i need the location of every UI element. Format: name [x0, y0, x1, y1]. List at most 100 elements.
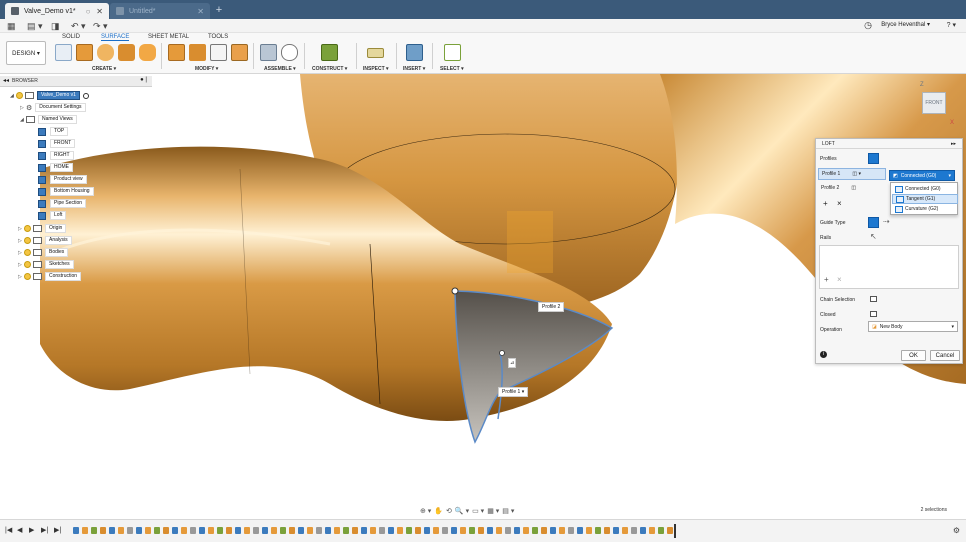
profile-row-2[interactable]: Profile 2 ◫ [818, 182, 886, 194]
timeline-feature-icon[interactable] [190, 527, 196, 534]
browser-node-bodies[interactable]: ▷ Bodies [18, 248, 69, 257]
visibility-bulb-icon[interactable] [24, 273, 31, 280]
extrude-icon[interactable] [76, 44, 93, 61]
timeline-feature-icon[interactable] [568, 527, 574, 534]
profile-point[interactable] [499, 350, 505, 356]
view-cube-front-face[interactable]: FRONT [922, 92, 946, 114]
step-forward-icon[interactable]: ▶| [41, 526, 48, 534]
timeline-feature-icon[interactable] [424, 527, 430, 534]
timeline-feature-icon[interactable] [325, 527, 331, 534]
remove-rail-button[interactable]: × [837, 275, 842, 284]
modify-group-label[interactable]: MODIFY ▾ [195, 66, 218, 72]
loft-manipulator-icon[interactable]: ⊿ [508, 358, 517, 368]
sweep-icon[interactable] [118, 44, 135, 61]
timeline-feature-icon[interactable] [145, 527, 151, 534]
browser-node-origin[interactable]: ▷ Origin [18, 224, 67, 233]
timeline-feature-icon[interactable] [604, 527, 610, 534]
operation-select[interactable]: ◪ New Body ▾ [868, 321, 958, 332]
display-settings-icon[interactable]: ▭ ▾ [472, 507, 484, 515]
timeline-feature-icon[interactable] [640, 527, 646, 534]
timeline-feature-icon[interactable] [559, 527, 565, 534]
closed-checkbox[interactable] [870, 311, 877, 317]
timeline-feature-icon[interactable] [532, 527, 538, 534]
expand-dialog-icon[interactable]: ▸▸ [951, 141, 956, 147]
named-view-loft[interactable]: Loft [38, 211, 67, 220]
timeline-feature-icon[interactable] [523, 527, 529, 534]
go-to-start-icon[interactable]: |◀ [5, 526, 12, 534]
rails-select-cursor-icon[interactable]: ↖ [870, 232, 877, 241]
press-pull-icon[interactable] [168, 44, 185, 61]
named-view-bottom-housing[interactable]: Bottom Housing [38, 187, 94, 196]
timeline-feature-icon[interactable] [298, 527, 304, 534]
timeline-feature-icon[interactable] [253, 527, 259, 534]
select-cursor-icon[interactable] [444, 44, 461, 61]
option-curvature[interactable]: Curvature (G2) [892, 204, 958, 214]
insert-image-icon[interactable] [406, 44, 423, 61]
timeline-feature-icon[interactable] [244, 527, 250, 534]
pan-icon[interactable]: ✋ [434, 507, 443, 515]
timeline-feature-icon[interactable] [577, 527, 583, 534]
timeline-feature-icon[interactable] [235, 527, 241, 534]
ok-button[interactable]: OK [901, 350, 926, 361]
profile1-label[interactable]: Profile 1 ▾ [498, 387, 529, 397]
timeline-feature-icon[interactable] [118, 527, 124, 534]
timeline-feature-icon[interactable] [379, 527, 385, 534]
timeline-feature-icon[interactable] [631, 527, 637, 534]
collapse-icon[interactable]: ◂◂ [3, 77, 9, 84]
browser-root-node[interactable]: ◢ Valve_Demo v1 [10, 91, 89, 100]
info-icon[interactable]: i [820, 351, 827, 358]
timeline-feature-icon[interactable] [478, 527, 484, 534]
visibility-bulb-icon[interactable] [24, 249, 31, 256]
timeline-feature-icon[interactable] [397, 527, 403, 534]
visibility-bulb-icon[interactable] [24, 261, 31, 268]
grid-settings-icon[interactable]: ▦ ▾ [487, 507, 499, 515]
add-profile-button[interactable]: + [823, 199, 828, 208]
timeline-feature-icon[interactable] [361, 527, 367, 534]
chain-selection-checkbox[interactable] [870, 296, 877, 302]
timeline-feature-icon[interactable] [550, 527, 556, 534]
timeline-feature-icon[interactable] [496, 527, 502, 534]
cancel-button[interactable]: Cancel [930, 350, 960, 361]
timeline-feature-icon[interactable] [460, 527, 466, 534]
job-status-clock-icon[interactable]: ◷ [864, 20, 872, 31]
view-cube[interactable]: Z FRONT X [918, 82, 958, 126]
close-tab-icon[interactable]: ✕ [96, 7, 103, 16]
named-view-home[interactable]: HOME [38, 163, 73, 172]
timeline-feature-icon[interactable] [433, 527, 439, 534]
move-icon[interactable] [210, 44, 227, 61]
timeline-feature-icon[interactable] [100, 527, 106, 534]
tab-solid[interactable]: SOLID [62, 34, 80, 40]
timeline-feature-icon[interactable] [667, 527, 673, 534]
timeline-feature-icon[interactable] [586, 527, 592, 534]
timeline-feature-icon[interactable] [541, 527, 547, 534]
canvas-viewport[interactable]: ◂◂ BROWSER ● | ◢ Valve_Demo v1 ▷ ⚙ Docum… [0, 74, 966, 517]
timeline-feature-icon[interactable] [226, 527, 232, 534]
timeline-feature-icon[interactable] [406, 527, 412, 534]
timeline-feature-icon[interactable] [658, 527, 664, 534]
timeline-feature-icon[interactable] [622, 527, 628, 534]
undo-icon[interactable]: ↶ ▾ [71, 21, 86, 31]
named-view-right[interactable]: RIGHT [38, 151, 74, 160]
play-icon[interactable]: ▶ [29, 526, 34, 534]
timeline-feature-icon[interactable] [82, 527, 88, 534]
activate-radio-icon[interactable] [82, 92, 89, 99]
timeline-feature-icon[interactable] [514, 527, 520, 534]
assemble-group-label[interactable]: ASSEMBLE ▾ [264, 66, 296, 72]
timeline-feature-icon[interactable] [388, 527, 394, 534]
zoom-window-icon[interactable]: 🔍 ▾ [455, 507, 469, 515]
browser-node-analysis[interactable]: ▷ Analysis [18, 236, 72, 245]
close-tab-icon[interactable]: ✕ [197, 7, 204, 16]
timeline-feature-icon[interactable] [217, 527, 223, 534]
timeline-feature-icon[interactable] [505, 527, 511, 534]
save-icon[interactable]: ◨ [51, 21, 60, 31]
timeline-feature-icon[interactable] [73, 527, 79, 534]
timeline-feature-icon[interactable] [136, 527, 142, 534]
tab-tools[interactable]: TOOLS [208, 34, 228, 40]
timeline-settings-gear-icon[interactable]: ⚙ [953, 526, 960, 535]
timeline-feature-icon[interactable] [595, 527, 601, 534]
browser-node-named-views[interactable]: ◢ Named Views [20, 115, 77, 124]
inspect-group-label[interactable]: INSPECT ▾ [363, 66, 389, 72]
timeline-feature-icon[interactable] [208, 527, 214, 534]
insert-group-label[interactable]: INSERT ▾ [403, 66, 425, 72]
timeline-feature-icon[interactable] [334, 527, 340, 534]
